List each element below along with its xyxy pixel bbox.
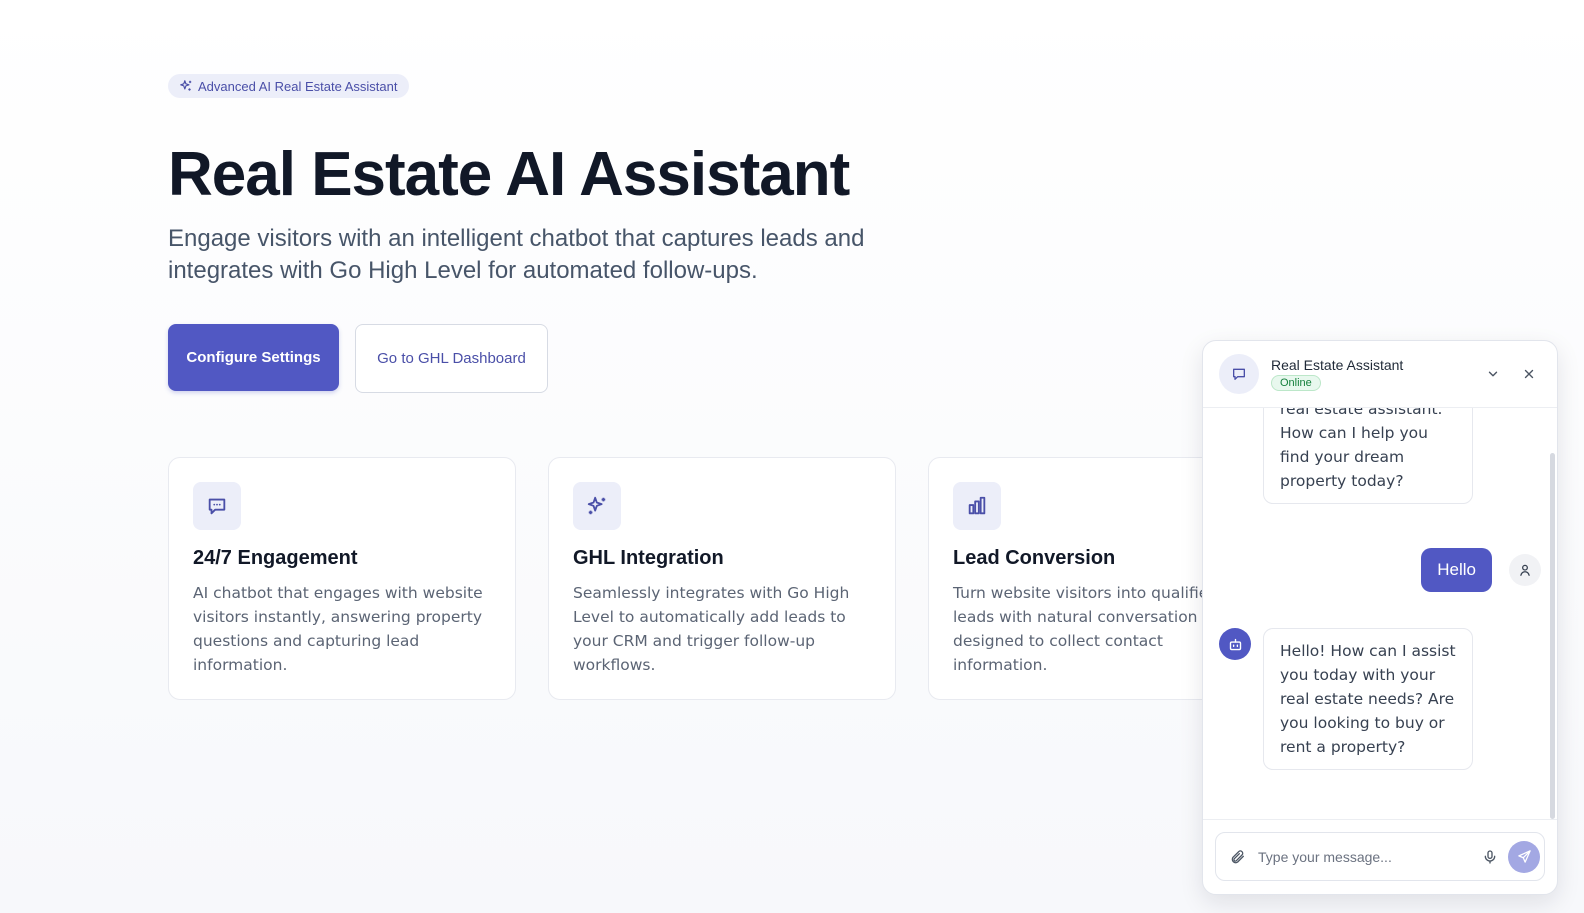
user-message: Hello (1421, 548, 1492, 592)
card-description: AI chatbot that engages with website vis… (193, 584, 483, 674)
chat-scrollbar[interactable] (1550, 453, 1555, 819)
message-square-icon (1233, 368, 1245, 380)
feature-card-ghl: GHL Integration Seamlessly integrates wi… (548, 457, 896, 700)
bot-icon (1229, 638, 1241, 650)
badge-label: Advanced AI Real Estate Assistant (198, 78, 398, 94)
bot-avatar (1219, 628, 1251, 660)
message-square-icon (208, 498, 226, 515)
microphone-icon[interactable] (1482, 849, 1498, 865)
bar-chart-icon (968, 496, 986, 515)
chat-widget: Real Estate Assistant Online real estate… (1202, 340, 1558, 895)
card-title: GHL Integration (573, 547, 724, 569)
user-avatar (1509, 554, 1541, 586)
send-icon (1517, 850, 1531, 863)
feature-card-engagement: 24/7 Engagement AI chatbot that engages … (168, 457, 516, 700)
hero-section: Advanced AI Real Estate Assistant Real E… (168, 74, 1168, 287)
card-icon-container (193, 482, 241, 530)
sparkles-icon (180, 80, 192, 91)
feature-cards: 24/7 Engagement AI chatbot that engages … (168, 457, 1276, 700)
cta-buttons: Configure Settings Go to GHL Dashboard (168, 324, 548, 393)
chat-title: Real Estate Assistant (1271, 357, 1404, 373)
message-composer (1215, 832, 1545, 881)
chat-avatar (1219, 354, 1259, 394)
close-button[interactable] (1517, 362, 1541, 386)
card-icon-container (573, 482, 621, 530)
chat-messages[interactable]: real estate assistant. How can I help yo… (1203, 408, 1549, 820)
feature-badge: Advanced AI Real Estate Assistant (168, 74, 410, 98)
card-title: 24/7 Engagement (193, 547, 358, 569)
status-badge: Online (1271, 375, 1321, 391)
minimize-button[interactable] (1481, 362, 1505, 386)
configure-settings-button[interactable]: Configure Settings (168, 324, 339, 391)
bot-message: Hello! How can I assist you today with y… (1263, 628, 1473, 770)
card-icon-container (953, 482, 1001, 530)
chat-footer (1203, 819, 1557, 894)
page-title: Real Estate AI Assistant (168, 140, 850, 209)
page-subtitle: Engage visitors with an intelligent chat… (168, 225, 865, 284)
bot-message: real estate assistant. How can I help yo… (1263, 408, 1473, 504)
paperclip-icon[interactable] (1230, 849, 1246, 865)
chat-header: Real Estate Assistant Online (1203, 341, 1557, 408)
sparkles-icon (587, 496, 606, 515)
user-icon (1520, 564, 1530, 576)
chevron-down-icon (1488, 371, 1498, 377)
close-icon (1524, 369, 1534, 379)
card-description: Seamlessly integrates with Go High Level… (573, 584, 850, 674)
send-button[interactable] (1508, 840, 1540, 873)
chat-meta: Real Estate Assistant Online (1271, 357, 1469, 391)
ghl-dashboard-button[interactable]: Go to GHL Dashboard (355, 324, 548, 393)
message-input[interactable] (1258, 848, 1482, 865)
